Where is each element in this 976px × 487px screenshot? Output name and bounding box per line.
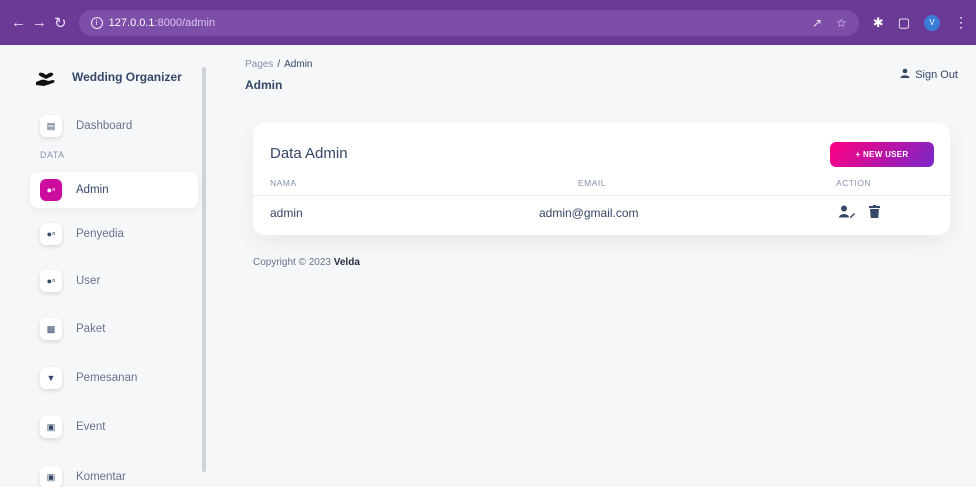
data-admin-card: Data Admin + NEW USER NAMA EMAIL ACTION … xyxy=(253,123,950,235)
url-host: 127.0.0.1 xyxy=(108,16,155,29)
sidebar-item-paket[interactable]: ▩ Paket xyxy=(30,311,198,347)
hand-heart-logo-icon xyxy=(34,65,58,89)
column-header-action: ACTION xyxy=(836,178,872,188)
sidebar-item-label: Pemesanan xyxy=(76,372,138,384)
browser-toolbar: ← → ↻ i 127.0.0.1:8000/admin ↗ ☆ ✱ ▢ V ⋮ xyxy=(0,0,976,45)
info-icon[interactable]: i xyxy=(90,16,103,29)
url-path: :8000/admin xyxy=(154,16,216,29)
sidebar-item-event[interactable]: ▣ Event xyxy=(30,409,198,445)
chart-icon: ▩ xyxy=(40,318,62,340)
profile-avatar[interactable]: V xyxy=(923,14,940,31)
trash-icon[interactable] xyxy=(869,205,880,218)
sidebar-item-label: Komentar xyxy=(76,471,126,483)
address-bar[interactable]: i 127.0.0.1:8000/admin ↗ ☆ xyxy=(78,9,859,36)
calendar-icon: ▣ xyxy=(40,466,62,487)
edit-user-icon[interactable] xyxy=(839,205,855,218)
breadcrumb-separator: / xyxy=(277,59,281,70)
cell-email: admin@gmail.com xyxy=(539,206,639,220)
brand-name: Wedding Organizer xyxy=(72,70,182,84)
user-icon xyxy=(900,68,910,81)
cell-nama: admin xyxy=(270,206,303,220)
sidebar-item-penyedia[interactable]: ●ⁿ Penyedia xyxy=(30,216,198,252)
sidebar-panel-icon[interactable]: ▢ xyxy=(898,15,910,31)
sidebar-item-label: Admin xyxy=(76,184,109,196)
users-icon: ●ⁿ xyxy=(40,223,62,245)
copyright-text: Copyright © 2023 xyxy=(253,257,331,268)
sidebar-item-pemesanan[interactable]: ▼ Pemesanan xyxy=(30,360,198,396)
cart-icon: ▼ xyxy=(40,367,62,389)
card-title: Data Admin xyxy=(270,145,348,162)
sign-out-link[interactable]: Sign Out xyxy=(900,68,958,81)
row-actions xyxy=(839,205,880,218)
sidebar-item-label: Penyedia xyxy=(76,228,124,240)
sidebar-scrollbar[interactable] xyxy=(202,67,206,472)
sidebar-item-label: Event xyxy=(76,421,106,433)
sign-out-label: Sign Out xyxy=(915,68,958,81)
sidebar: Wedding Organizer ▤ Dashboard DATA ●ⁿ Ad… xyxy=(0,45,215,487)
users-icon: ●ⁿ xyxy=(40,179,62,201)
breadcrumb: Pages / Admin xyxy=(245,59,313,70)
brand[interactable]: Wedding Organizer xyxy=(34,65,182,89)
forward-icon[interactable]: → xyxy=(29,14,50,31)
browser-menu-icon[interactable]: ⋮ xyxy=(954,14,968,31)
sidebar-item-label: Paket xyxy=(76,323,106,335)
new-user-button[interactable]: + NEW USER xyxy=(830,142,934,167)
column-header-email: EMAIL xyxy=(578,178,607,188)
breadcrumb-root[interactable]: Pages xyxy=(245,59,273,70)
reload-icon[interactable]: ↻ xyxy=(50,14,71,32)
sidebar-item-label: Dashboard xyxy=(76,120,133,132)
share-icon[interactable]: ↗ xyxy=(812,16,822,30)
store-icon: ▤ xyxy=(40,115,62,137)
users-icon: ●ⁿ xyxy=(40,270,62,292)
sidebar-item-komentar[interactable]: ▣ Komentar xyxy=(30,459,198,487)
table-divider xyxy=(253,195,950,196)
sidebar-item-admin[interactable]: ●ⁿ Admin xyxy=(30,172,198,208)
footer: Copyright © 2023 Velda xyxy=(253,257,360,268)
calendar-icon: ▣ xyxy=(40,416,62,438)
bookmark-star-icon[interactable]: ☆ xyxy=(836,16,847,30)
page-title: Admin xyxy=(245,78,283,92)
section-label: DATA xyxy=(40,150,65,160)
sidebar-item-dashboard[interactable]: ▤ Dashboard xyxy=(30,108,198,144)
column-header-nama: NAMA xyxy=(270,178,297,188)
breadcrumb-current: Admin xyxy=(284,59,313,70)
back-icon[interactable]: ← xyxy=(8,14,29,31)
sidebar-item-label: User xyxy=(76,275,101,287)
extensions-icon[interactable]: ✱ xyxy=(873,15,884,31)
footer-author[interactable]: Velda xyxy=(334,257,360,268)
sidebar-item-user[interactable]: ●ⁿ User xyxy=(30,263,198,299)
